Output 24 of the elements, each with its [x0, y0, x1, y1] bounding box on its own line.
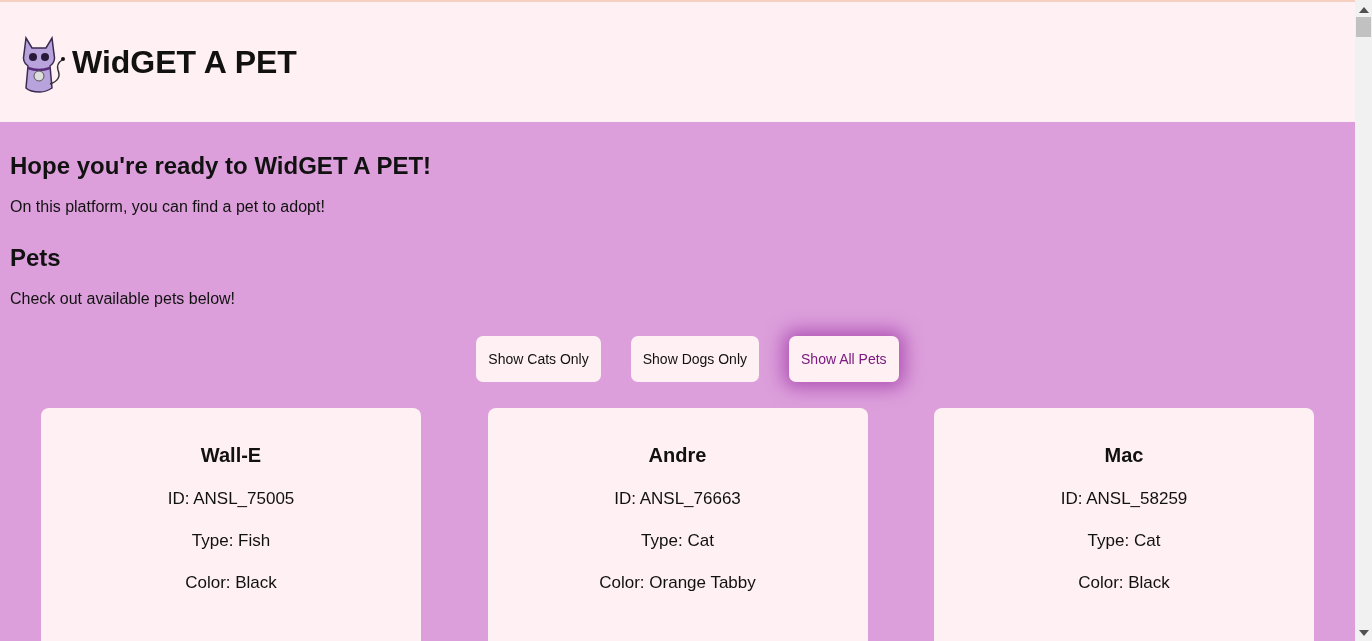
scroll-down-icon[interactable] — [1358, 630, 1369, 636]
filter-button[interactable]: Show Cats Only — [476, 336, 601, 382]
pet-id: ID: ANSL_75005 — [167, 489, 295, 509]
filter-button[interactable]: Show Dogs Only — [630, 336, 759, 382]
intro-text: On this platform, you can find a pet to adopt! — [10, 198, 326, 216]
scroll-up-icon[interactable] — [1358, 7, 1369, 13]
pet-type: Type: Fish — [191, 531, 271, 551]
pet-color: Color: Black — [185, 573, 277, 593]
filter-button[interactable]: Show All Pets — [789, 336, 899, 382]
site-title: WidGET A PET — [72, 43, 297, 81]
welcome-heading: Hope you're ready to WidGET A PET! — [10, 152, 433, 180]
pet-name: Mac — [1104, 444, 1144, 467]
pet-type: Type: Cat — [641, 531, 714, 551]
pet-id: ID: ANSL_58259 — [1060, 489, 1188, 509]
pet-color: Color: Black — [1078, 573, 1170, 593]
pet-name: Wall-E — [200, 444, 262, 467]
scrollbar[interactable] — [1355, 0, 1372, 641]
scrollbar-thumb[interactable] — [1356, 17, 1371, 37]
pets-text: Check out available pets below! — [10, 290, 237, 308]
pet-color: Color: Orange Tabby — [599, 573, 756, 593]
pet-id: ID: ANSL_76663 — [614, 489, 741, 509]
pets-heading: Pets — [10, 244, 62, 272]
pet-name: Andre — [648, 444, 707, 467]
pet-type: Type: Cat — [1087, 531, 1161, 551]
